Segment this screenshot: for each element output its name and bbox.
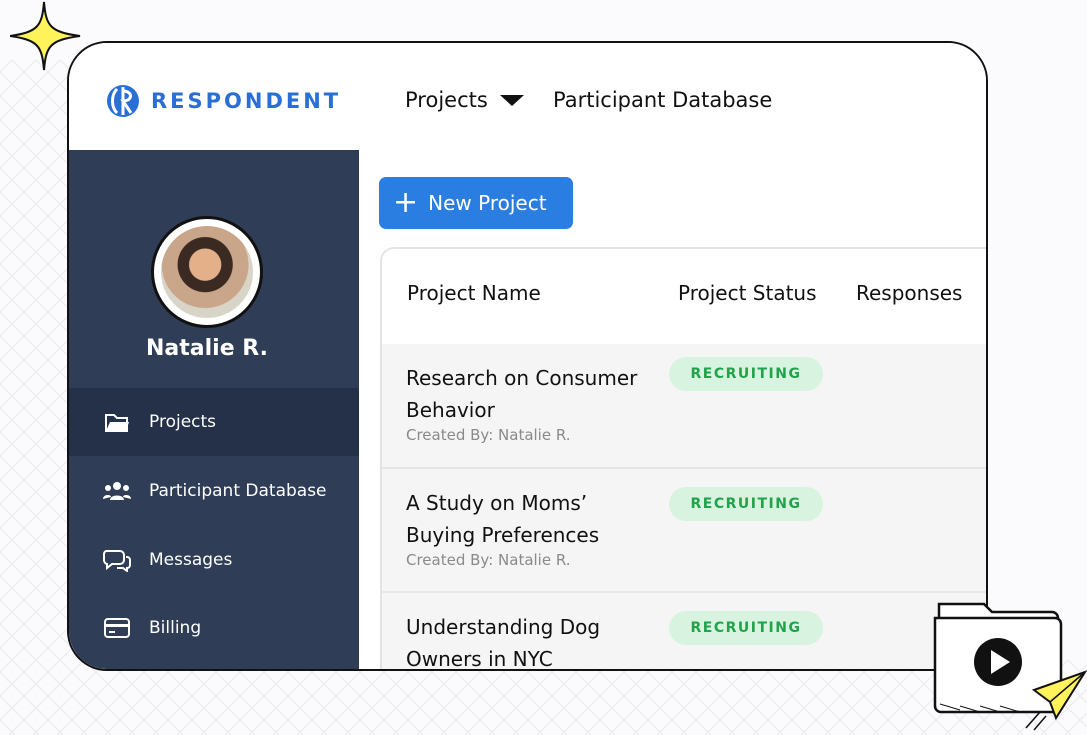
column-header-responses[interactable]: Responses: [856, 281, 962, 305]
brand-name: RESPONDENT: [151, 89, 342, 113]
project-created-by: Created By: Natalie R.: [406, 426, 571, 444]
card-icon: [103, 614, 131, 642]
new-project-label: New Project: [428, 191, 547, 215]
avatar[interactable]: [151, 216, 263, 328]
folder-icon: [103, 408, 131, 436]
column-header-project-status[interactable]: Project Status: [678, 281, 817, 305]
chat-icon: [103, 546, 131, 574]
project-name[interactable]: Understanding Dog Owners in NYC: [406, 611, 656, 669]
user-name: Natalie R.: [146, 336, 268, 361]
sidebar-item-participant-database[interactable]: Participant Database: [69, 457, 359, 525]
projects-table: Project Name Project Status Responses Re…: [380, 247, 986, 669]
status-badge: RECRUITING: [669, 611, 823, 645]
sidebar-item-label: Participant Database: [149, 481, 327, 501]
sidebar-item-billing[interactable]: Billing: [69, 594, 359, 662]
project-name[interactable]: Research on Consumer Behavior: [406, 362, 656, 426]
sidebar: Natalie R. Projects Participant Database…: [69, 150, 359, 669]
sidebar-item-projects[interactable]: Projects: [69, 388, 359, 456]
plus-icon: +: [393, 185, 419, 220]
nav-projects-label: Projects: [405, 88, 488, 112]
nav-projects-dropdown[interactable]: Projects: [405, 88, 524, 112]
main-content: + New Project Project Name Project Statu…: [359, 150, 986, 669]
table-header: Project Name Project Status Responses: [382, 249, 986, 346]
table-row[interactable]: Understanding Dog Owners in NYC RECRUITI…: [382, 593, 986, 669]
table-row[interactable]: A Study on Moms’ Buying Preferences Crea…: [382, 469, 986, 593]
sidebar-item-label: Messages: [149, 550, 233, 570]
status-badge: RECRUITING: [669, 357, 823, 391]
top-navigation: RESPONDENT Projects Participant Database: [69, 43, 986, 152]
nav-participant-database[interactable]: Participant Database: [553, 88, 772, 112]
people-icon: [103, 477, 131, 505]
chevron-down-icon: [499, 94, 524, 106]
brand-logo[interactable]: RESPONDENT: [105, 83, 341, 119]
sidebar-item-messages[interactable]: Messages: [69, 526, 359, 594]
project-name[interactable]: A Study on Moms’ Buying Preferences: [406, 487, 656, 551]
sidebar-item-label: Projects: [149, 412, 217, 432]
avatar-photo: [161, 226, 253, 318]
respondent-logo-icon: [107, 85, 139, 117]
project-created-by: Created By: Natalie R.: [406, 551, 571, 569]
new-project-button[interactable]: + New Project: [379, 177, 573, 229]
sidebar-item-label: Billing: [149, 618, 202, 638]
app-window: RESPONDENT Projects Participant Database…: [67, 41, 988, 671]
video-folder-icon: [933, 602, 1087, 731]
status-badge: RECRUITING: [669, 487, 823, 521]
column-header-project-name[interactable]: Project Name: [407, 281, 541, 305]
table-row[interactable]: Research on Consumer Behavior Created By…: [382, 344, 986, 469]
